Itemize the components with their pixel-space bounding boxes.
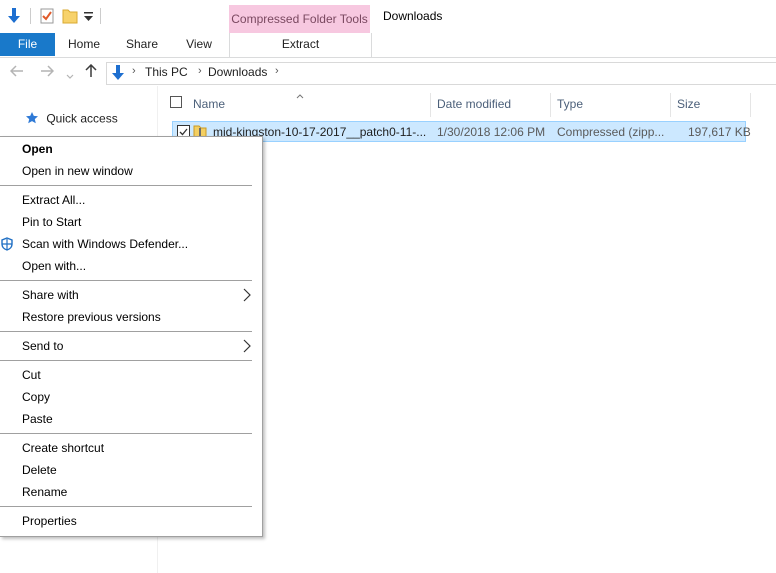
column-header-type[interactable]: Type [557, 97, 583, 111]
address-bar[interactable]: › This PC › Downloads › [106, 62, 776, 85]
star-icon [25, 111, 39, 128]
qat-divider [30, 8, 31, 24]
file-type: Compressed (zipp... [557, 125, 665, 139]
back-arrow-icon[interactable] [9, 64, 24, 81]
breadcrumb-this-pc[interactable]: This PC [145, 65, 188, 79]
properties-icon[interactable] [40, 8, 54, 27]
menu-item-pin-to-start[interactable]: Pin to Start [22, 215, 81, 229]
sidebar-item-label: Quick access [46, 111, 118, 126]
context-menu: Open Open in new window Extract All... P… [0, 136, 263, 537]
menu-item-delete[interactable]: Delete [22, 463, 57, 477]
breadcrumb-separator[interactable]: › [132, 65, 136, 77]
sidebar-item-quick-access[interactable]: Quick access [25, 111, 118, 128]
menu-separator [0, 331, 252, 332]
forward-arrow-icon[interactable] [40, 64, 55, 81]
up-arrow-icon[interactable] [84, 63, 98, 81]
ribbon-tabs: File Home Share View Extract [0, 33, 776, 58]
window-title: Downloads [383, 9, 443, 23]
menu-item-open-new-window[interactable]: Open in new window [22, 164, 133, 178]
menu-separator [0, 360, 252, 361]
select-all-checkbox[interactable] [170, 96, 182, 108]
column-header-size[interactable]: Size [677, 97, 700, 111]
qat-divider [100, 8, 101, 24]
menu-separator [0, 433, 252, 434]
tab-file[interactable]: File [0, 33, 55, 56]
column-header-date[interactable]: Date modified [437, 97, 511, 111]
tab-home[interactable]: Home [62, 33, 106, 56]
quick-access-toolbar [0, 0, 230, 33]
downloads-icon [110, 64, 126, 85]
menu-item-rename[interactable]: Rename [22, 485, 67, 499]
compressed-folder-tools-tab: Compressed Folder Tools [229, 5, 370, 33]
recent-locations-icon[interactable] [66, 67, 74, 83]
tab-extract[interactable]: Extract [229, 33, 372, 57]
windows-defender-icon [0, 237, 14, 251]
menu-item-create-shortcut[interactable]: Create shortcut [22, 441, 104, 455]
menu-item-restore-previous-versions[interactable]: Restore previous versions [22, 310, 161, 324]
breadcrumb-separator[interactable]: › [198, 65, 202, 77]
menu-item-properties[interactable]: Properties [22, 514, 77, 528]
chevron-right-icon [243, 339, 251, 353]
chevron-right-icon [243, 288, 251, 302]
down-arrow-icon[interactable] [6, 7, 22, 28]
column-header-name[interactable]: Name [193, 97, 225, 111]
tab-share[interactable]: Share [120, 33, 164, 56]
menu-separator [0, 185, 252, 186]
menu-item-open[interactable]: Open [22, 142, 53, 156]
menu-item-copy[interactable]: Copy [22, 390, 50, 404]
menu-item-extract-all[interactable]: Extract All... [22, 193, 85, 207]
menu-item-scan-defender[interactable]: Scan with Windows Defender... [22, 237, 188, 251]
column-divider[interactable] [430, 93, 431, 117]
customize-dropdown-icon[interactable] [84, 11, 93, 25]
menu-separator [0, 280, 252, 281]
column-divider[interactable] [750, 93, 751, 117]
column-divider[interactable] [550, 93, 551, 117]
breadcrumb-separator[interactable]: › [275, 65, 279, 77]
column-header-row: Name Date modified Type Size [159, 88, 751, 117]
menu-separator [0, 506, 252, 507]
column-divider[interactable] [670, 93, 671, 117]
menu-item-open-with[interactable]: Open with... [22, 259, 86, 273]
file-size: 197,617 KB [688, 125, 751, 139]
menu-item-cut[interactable]: Cut [22, 368, 41, 382]
menu-item-send-to[interactable]: Send to [22, 339, 63, 353]
menu-item-paste[interactable]: Paste [22, 412, 53, 426]
new-folder-icon[interactable] [62, 8, 78, 27]
breadcrumb-downloads[interactable]: Downloads [208, 65, 267, 79]
menu-item-share-with[interactable]: Share with [22, 288, 79, 302]
tab-view[interactable]: View [177, 33, 221, 56]
sort-ascending-icon [296, 88, 304, 102]
file-date: 1/30/2018 12:06 PM [437, 125, 546, 139]
